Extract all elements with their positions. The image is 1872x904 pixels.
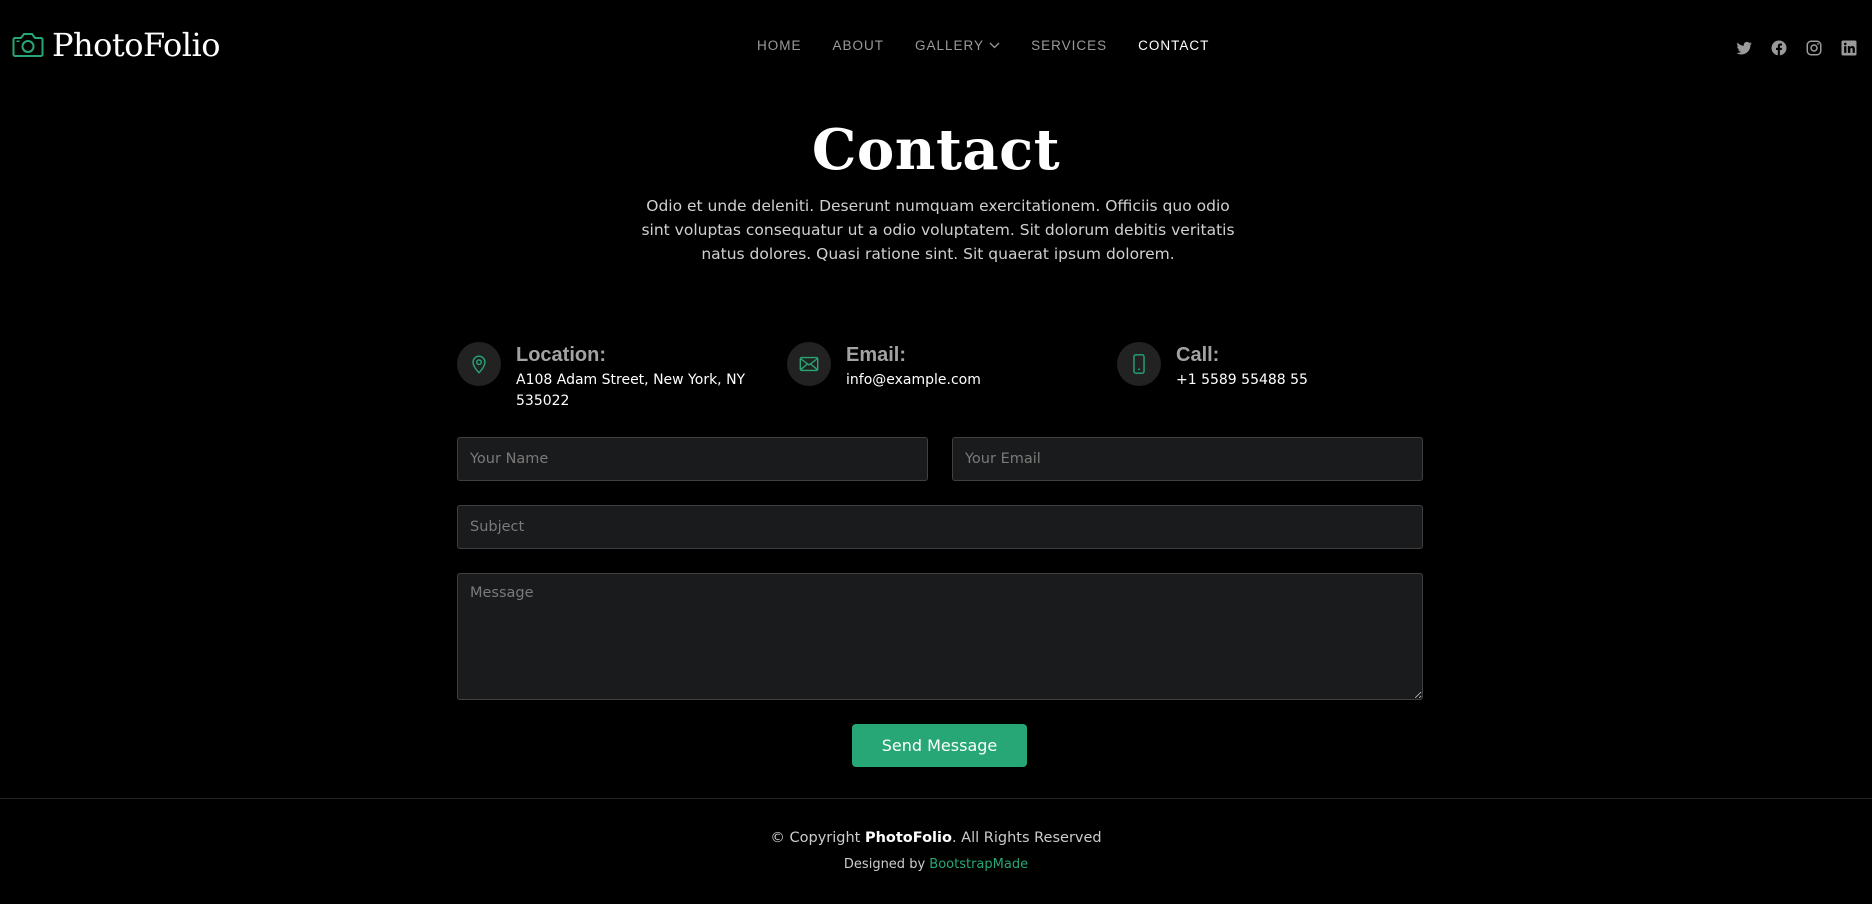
call-icon-circle — [1117, 342, 1161, 386]
site-header: PhotoFolio HOME ABOUT GALLERY SERVICES C… — [0, 0, 1872, 96]
call-label: Call: — [1176, 344, 1220, 366]
email-input[interactable] — [952, 437, 1423, 481]
copyright: © Copyright PhotoFolio. All Rights Reser… — [0, 830, 1872, 846]
location-label: Location: — [516, 344, 606, 366]
name-input[interactable] — [457, 437, 928, 481]
chevron-down-icon — [989, 42, 1000, 49]
social-links — [1718, 39, 1858, 57]
nav-gallery[interactable]: GALLERY — [915, 38, 1000, 53]
map-pin-icon — [472, 355, 486, 374]
footer-divider — [0, 798, 1872, 799]
nav-home[interactable]: HOME — [757, 38, 802, 53]
nav-contact[interactable]: CONTACT — [1138, 38, 1209, 53]
info-email: Email: info@example.com — [787, 342, 981, 391]
page-description: Odio et unde deleniti. Deserunt numquam … — [641, 197, 1235, 263]
location-value: A108 Adam Street, New York, NY 535022 — [516, 370, 745, 412]
info-location: Location: A108 Adam Street, New York, NY… — [457, 342, 745, 412]
message-textarea[interactable] — [457, 573, 1423, 700]
twitter-icon[interactable] — [1735, 39, 1753, 57]
nav-gallery-label: GALLERY — [915, 38, 985, 53]
instagram-icon[interactable] — [1805, 39, 1823, 57]
designed-by-label: Designed by — [843, 857, 930, 872]
info-call: Call: +1 5589 55488 55 — [1117, 342, 1308, 391]
location-line-1: A108 Adam Street, New York, NY — [516, 372, 746, 388]
envelope-icon — [799, 356, 819, 372]
nav-services[interactable]: SERVICES — [1031, 38, 1107, 53]
copyright-brand: PhotoFolio — [864, 830, 952, 846]
copyright-suffix: . All Rights Reserved — [951, 830, 1102, 846]
location-line-2: 535022 — [516, 393, 570, 409]
designer-link[interactable]: BootstrapMade — [929, 857, 1028, 872]
camera-icon — [12, 33, 44, 57]
facebook-icon[interactable] — [1770, 39, 1788, 57]
credits: Designed by BootstrapMade — [0, 857, 1872, 872]
email-value: info@example.com — [846, 372, 981, 388]
email-label: Email: — [846, 344, 907, 366]
location-icon-circle — [457, 342, 501, 386]
main-nav: HOME ABOUT GALLERY SERVICES CONTACT — [757, 38, 1209, 53]
page-title: Contact — [811, 117, 1061, 183]
email-text: Email: info@example.com — [846, 342, 981, 391]
subject-input[interactable] — [457, 505, 1423, 549]
email-icon-circle — [787, 342, 831, 386]
send-message-button[interactable]: Send Message — [852, 724, 1027, 767]
call-value: +1 5589 55488 55 — [1176, 372, 1308, 388]
logo-text: PhotoFolio — [52, 26, 220, 64]
call-text: Call: +1 5589 55488 55 — [1176, 342, 1308, 391]
logo[interactable]: PhotoFolio — [12, 26, 220, 64]
nav-about[interactable]: ABOUT — [833, 38, 885, 53]
phone-icon — [1133, 354, 1145, 374]
copyright-prefix: © Copyright — [770, 830, 865, 846]
linkedin-icon[interactable] — [1840, 39, 1858, 57]
location-text: Location: A108 Adam Street, New York, NY… — [516, 342, 745, 412]
